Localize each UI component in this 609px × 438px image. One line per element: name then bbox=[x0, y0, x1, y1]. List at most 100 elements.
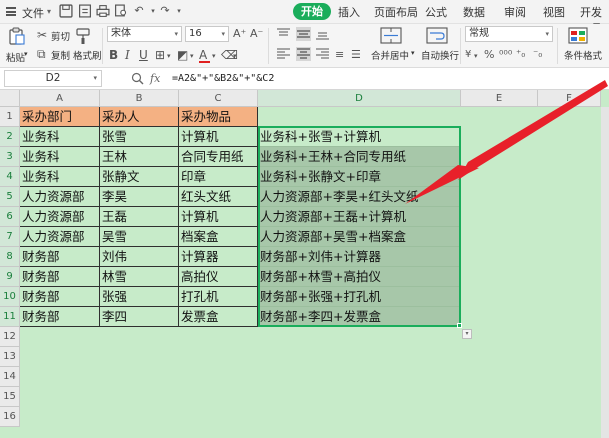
copy-button[interactable]: 复制 bbox=[51, 48, 70, 62]
align-middle-icon[interactable] bbox=[296, 27, 311, 41]
row-header-6[interactable]: 6 bbox=[0, 207, 20, 227]
merge-center-icon[interactable] bbox=[380, 27, 402, 44]
table-cell[interactable]: 张静文 bbox=[100, 167, 179, 187]
concatenated-cell[interactable]: 业务科+张静文+印章 bbox=[258, 167, 461, 187]
row-header-13[interactable]: 13 bbox=[0, 347, 20, 367]
table-cell[interactable]: 计算机 bbox=[179, 127, 258, 147]
font-color-icon[interactable]: A bbox=[199, 48, 207, 62]
column-header-a[interactable]: A bbox=[20, 90, 100, 107]
select-all-corner[interactable] bbox=[0, 90, 20, 107]
print-preview-icon[interactable] bbox=[114, 4, 128, 18]
row-header-2[interactable]: 2 bbox=[0, 127, 20, 147]
table-cell[interactable]: 财务部 bbox=[20, 247, 100, 267]
tab-data[interactable]: 数据 bbox=[463, 4, 485, 20]
table-cell[interactable]: 发票盒 bbox=[179, 307, 258, 327]
concatenated-cell[interactable]: 人力资源部+吴雪+档案盒 bbox=[258, 227, 461, 247]
concatenated-cell[interactable]: 人力资源部+王磊+计算机 bbox=[258, 207, 461, 227]
underline-icon[interactable]: U bbox=[139, 48, 148, 62]
spreadsheet-grid[interactable]: A B C D E F 1 2 3 4 5 6 7 8 9 10 11 12 13 14 15 16 采办部门 采办人 采办物品… bbox=[0, 90, 609, 438]
paste-dropdown-icon[interactable]: ▾ bbox=[24, 50, 28, 58]
fill-dropdown-icon[interactable]: ▾ bbox=[190, 49, 194, 63]
column-header-d[interactable]: D bbox=[258, 90, 461, 107]
column-header-e[interactable]: E bbox=[461, 90, 538, 107]
tab-review[interactable]: 审阅 bbox=[504, 4, 526, 20]
table-cell[interactable]: 档案盒 bbox=[179, 227, 258, 247]
row-header-11[interactable]: 11 bbox=[0, 307, 20, 327]
concatenated-cell[interactable]: 财务部+李四+发票盒 bbox=[258, 307, 461, 327]
concatenated-cell[interactable]: 人力资源部+李昊+红头文纸 bbox=[258, 187, 461, 207]
italic-icon[interactable]: I bbox=[125, 48, 130, 62]
row-header-15[interactable]: 15 bbox=[0, 387, 20, 407]
paste-button[interactable]: 粘贴 bbox=[6, 50, 25, 64]
border-icon[interactable]: ⊞ bbox=[155, 48, 165, 62]
zoom-icon[interactable] bbox=[131, 72, 144, 85]
fx-icon[interactable]: fx bbox=[150, 72, 160, 85]
format-painter-icon[interactable] bbox=[75, 28, 91, 45]
tab-insert[interactable]: 插入 bbox=[338, 4, 360, 20]
table-cell[interactable]: 业务科 bbox=[20, 167, 100, 187]
column-header-c[interactable]: C bbox=[179, 90, 258, 107]
table-cell[interactable]: 业务科 bbox=[20, 147, 100, 167]
table-cell[interactable]: 计算机 bbox=[179, 207, 258, 227]
row-header-9[interactable]: 9 bbox=[0, 267, 20, 287]
column-header-b[interactable]: B bbox=[100, 90, 179, 107]
table-cell[interactable]: 财务部 bbox=[20, 287, 100, 307]
align-top-icon[interactable] bbox=[277, 28, 290, 40]
row-header-12[interactable]: 12 bbox=[0, 327, 20, 347]
row-header-4[interactable]: 4 bbox=[0, 167, 20, 187]
cut-button[interactable]: 剪切 bbox=[51, 29, 70, 43]
distribute-icon[interactable]: ☰ bbox=[351, 48, 361, 62]
table-cell[interactable]: 财务部 bbox=[20, 307, 100, 327]
currency-dropdown-icon[interactable]: ▾ bbox=[474, 49, 478, 63]
file-menu[interactable]: 文件 bbox=[22, 5, 44, 21]
concatenated-cell[interactable]: 财务部+林雪+高拍仪 bbox=[258, 267, 461, 287]
table-cell[interactable]: 李昊 bbox=[100, 187, 179, 207]
currency-icon[interactable]: ¥ bbox=[465, 48, 471, 62]
align-center-icon[interactable] bbox=[296, 47, 311, 61]
redo-icon[interactable]: ↷ bbox=[158, 4, 172, 18]
concatenated-cell[interactable]: 业务科+张雪+计算机 bbox=[258, 127, 461, 147]
fill-handle[interactable] bbox=[457, 323, 462, 328]
vertical-scrollbar[interactable] bbox=[601, 107, 609, 438]
bold-icon[interactable]: B bbox=[109, 48, 118, 62]
undo-icon[interactable]: ↶ bbox=[132, 4, 146, 18]
row-header-8[interactable]: 8 bbox=[0, 247, 20, 267]
header-cell[interactable]: 采办部门 bbox=[20, 107, 100, 127]
wrap-text-icon[interactable] bbox=[426, 27, 448, 44]
increase-decimal-icon[interactable]: ⁺₀ bbox=[516, 48, 525, 62]
header-cell[interactable]: 采办人 bbox=[100, 107, 179, 127]
table-cell[interactable]: 林雪 bbox=[100, 267, 179, 287]
copy-icon[interactable]: ⧉ bbox=[37, 47, 46, 61]
border-dropdown-icon[interactable]: ▾ bbox=[167, 49, 171, 63]
concatenated-cell[interactable]: 业务科+王林+合同专用纸 bbox=[258, 147, 461, 167]
paste-options-icon[interactable]: ▾ bbox=[462, 329, 472, 339]
row-header-7[interactable]: 7 bbox=[0, 227, 20, 247]
table-cell[interactable]: 印章 bbox=[179, 167, 258, 187]
table-cell[interactable]: 李四 bbox=[100, 307, 179, 327]
table-cell[interactable]: 人力资源部 bbox=[20, 227, 100, 247]
column-header-f[interactable]: F bbox=[538, 90, 601, 107]
merge-center-button[interactable]: 合并居中 bbox=[371, 48, 409, 62]
print-icon[interactable] bbox=[96, 4, 110, 18]
header-cell[interactable]: 采办物品 bbox=[179, 107, 258, 127]
align-right-icon[interactable] bbox=[316, 48, 329, 60]
table-cell[interactable]: 王磊 bbox=[100, 207, 179, 227]
decrease-decimal-icon[interactable]: ⁻₀ bbox=[533, 48, 542, 62]
scissors-icon[interactable]: ✂ bbox=[37, 28, 47, 42]
name-box[interactable]: D2 ▾ bbox=[4, 70, 102, 87]
table-cell[interactable]: 打孔机 bbox=[179, 287, 258, 307]
table-cell[interactable]: 王林 bbox=[100, 147, 179, 167]
percent-icon[interactable]: % bbox=[484, 48, 494, 62]
tab-home[interactable]: 开始 bbox=[293, 3, 331, 20]
conditional-format-button[interactable]: 条件格式 bbox=[564, 48, 602, 62]
table-cell[interactable]: 合同专用纸 bbox=[179, 147, 258, 167]
concatenated-cell[interactable]: 财务部+刘伟+计算器 bbox=[258, 247, 461, 267]
table-cell[interactable]: 张强 bbox=[100, 287, 179, 307]
font-color-dropdown-icon[interactable]: ▾ bbox=[212, 49, 216, 63]
decrease-font-icon[interactable]: A⁻ bbox=[250, 27, 263, 41]
table-cell[interactable]: 业务科 bbox=[20, 127, 100, 147]
row-header-14[interactable]: 14 bbox=[0, 367, 20, 387]
row-header-3[interactable]: 3 bbox=[0, 147, 20, 167]
save-icon[interactable] bbox=[59, 4, 73, 18]
row-header-1[interactable]: 1 bbox=[0, 107, 20, 127]
